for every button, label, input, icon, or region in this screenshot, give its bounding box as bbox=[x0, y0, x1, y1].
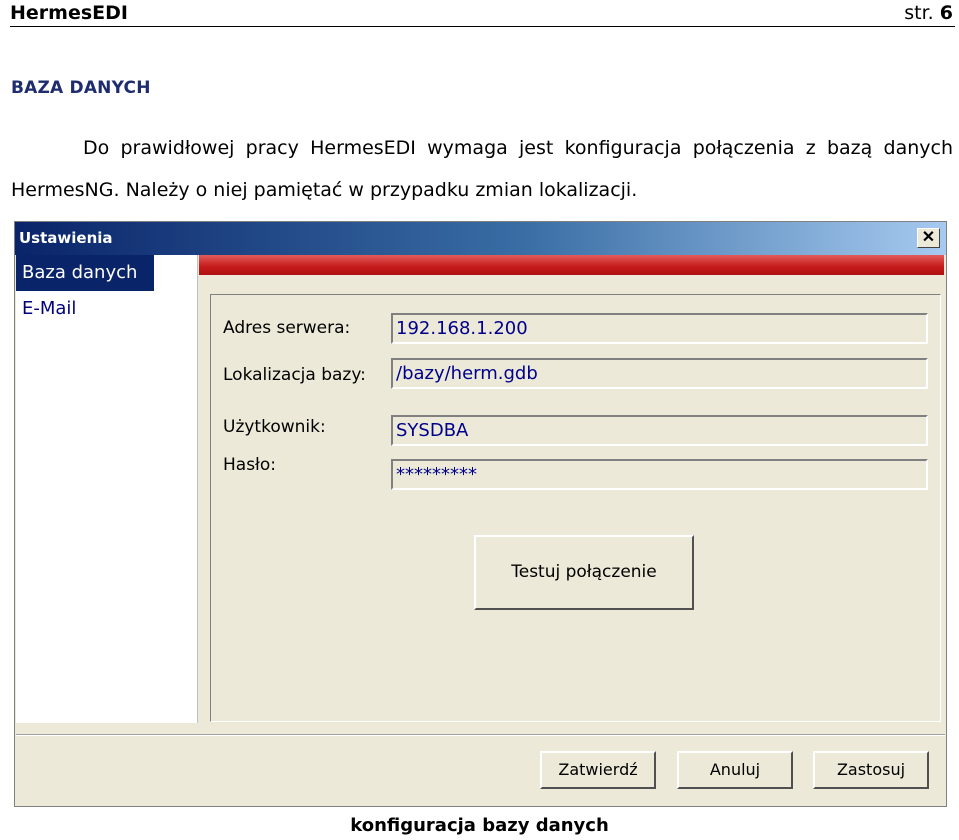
username-label: Użytkownik: bbox=[223, 417, 326, 437]
page-number-value: 6 bbox=[939, 2, 953, 24]
database-location-label: Lokalizacja bazy: bbox=[223, 365, 366, 385]
section-title: BAZA DANYCH bbox=[11, 78, 151, 98]
figure-caption: konfiguracja bazy danych bbox=[350, 815, 609, 836]
settings-sidebar: Baza danych E-Mail bbox=[16, 255, 198, 723]
intro-paragraph: Do prawidłowej pracy HermesEDI wymaga je… bbox=[11, 127, 953, 211]
database-location-input[interactable]: /bazy/herm.gdb bbox=[391, 358, 928, 389]
password-input[interactable]: ********* bbox=[391, 459, 928, 490]
section-header-bar bbox=[199, 255, 944, 275]
confirm-button[interactable]: Zatwierdź bbox=[540, 751, 656, 789]
username-input[interactable]: SYSDBA bbox=[391, 415, 928, 446]
close-icon[interactable]: ✕ bbox=[917, 228, 940, 248]
sidebar-item-email[interactable]: E-Mail bbox=[16, 291, 197, 327]
sidebar-item-database[interactable]: Baza danych bbox=[16, 255, 154, 291]
window-titlebar[interactable]: Ustawienia ✕ bbox=[15, 222, 946, 255]
button-separator bbox=[16, 734, 945, 736]
test-connection-button[interactable]: Testuj połączenie bbox=[474, 535, 694, 610]
page-number: str. 6 bbox=[904, 2, 953, 24]
apply-button[interactable]: Zastosuj bbox=[813, 751, 929, 789]
window-title: Ustawienia bbox=[19, 229, 113, 247]
password-label: Hasło: bbox=[223, 455, 277, 475]
server-address-input[interactable]: 192.168.1.200 bbox=[391, 313, 928, 344]
header-brand: HermesEDI bbox=[10, 2, 128, 24]
server-address-label: Adres serwera: bbox=[223, 318, 351, 338]
database-settings-panel: Adres serwera: 192.168.1.200 Lokalizacja… bbox=[210, 294, 941, 722]
settings-window: Ustawienia ✕ Baza danych E-Mail Adres se… bbox=[14, 221, 947, 807]
paragraph-text: Do prawidłowej pracy HermesEDI wymaga je… bbox=[11, 137, 953, 201]
cancel-button[interactable]: Anuluj bbox=[677, 751, 793, 789]
document-header: HermesEDI str. 6 bbox=[10, 0, 955, 27]
page-prefix: str. bbox=[904, 2, 940, 24]
